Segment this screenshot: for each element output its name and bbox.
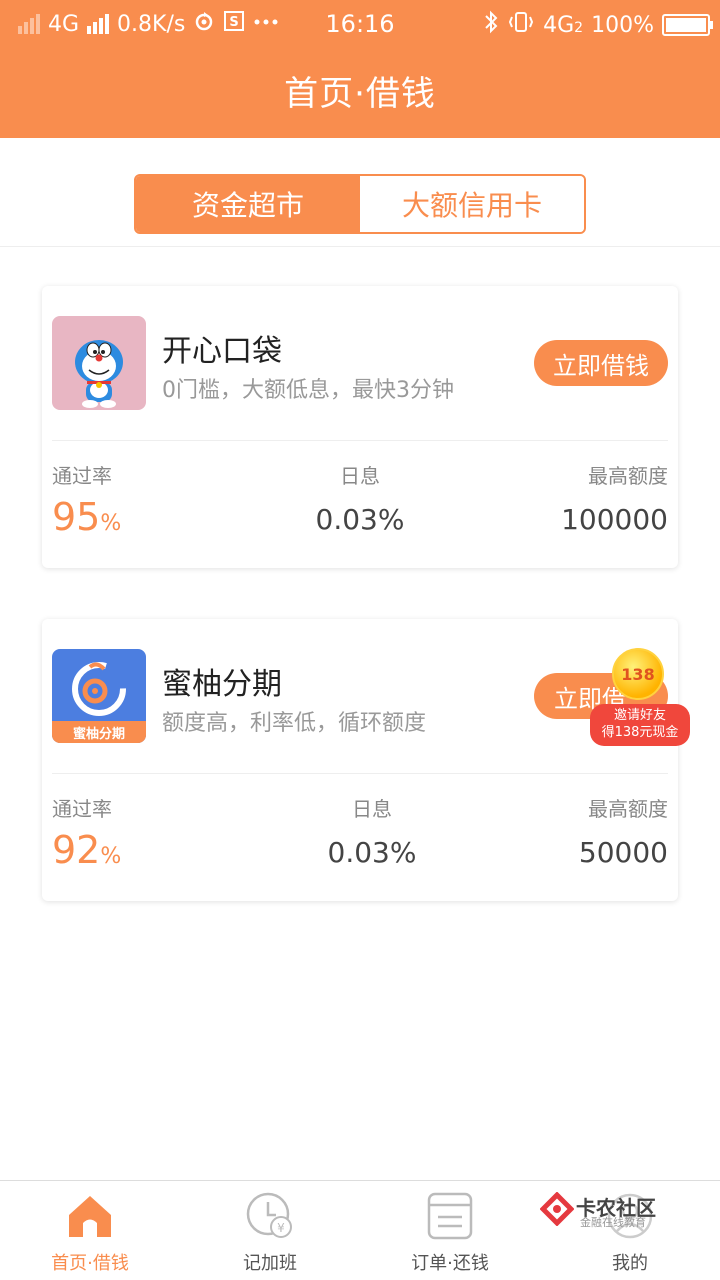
doraemon-logo [52, 316, 146, 410]
status-bar-right: 4G2 100% [483, 10, 713, 40]
tab-credit-card[interactable]: 大额信用卡 [360, 176, 584, 232]
order-icon [425, 1191, 475, 1241]
invite-text: 邀请好友 [613, 708, 666, 723]
loan-card[interactable]: 蜜柚分期 蜜柚分期 额度高，利率低，循环额度 立即借 通过率 92% 日息 0.… [42, 619, 678, 901]
divider [52, 773, 668, 774]
max-limit: 最高额度 50000 [579, 793, 668, 869]
max-limit-value: 50000 [578, 836, 668, 869]
invite-friend-badge[interactable]: 138 邀请好友 得138元现金 [588, 648, 692, 748]
bluetooth-icon [483, 10, 499, 40]
miyou-logo: 蜜柚分期 [52, 649, 146, 743]
borrow-now-button[interactable]: 立即借钱 [534, 340, 668, 386]
kanong-logo-icon [540, 1192, 574, 1226]
nav-home[interactable]: 首页·借钱 [0, 1181, 180, 1280]
status-bar: 4G 0.8K/s S 16:16 4G2 100% [0, 0, 720, 50]
kanong-watermark: 卡农社区 金融在线教育 [540, 1190, 670, 1230]
product-name: 蜜柚分期 [162, 667, 282, 702]
max-limit-label: 最高额度 [588, 464, 668, 488]
miyou-logo-text: 蜜柚分期 [72, 727, 125, 742]
invite-reward-text: 得138元现金 [601, 725, 679, 740]
nav-overtime[interactable]: ¥ 记加班 [180, 1181, 360, 1280]
nav-label: 首页·借钱 [51, 1253, 129, 1274]
max-limit: 最高额度 100000 [561, 460, 668, 536]
loan-card[interactable]: 开心口袋 0门槛，大额低息，最快3分钟 立即借钱 通过率 95% 日息 0.03… [42, 286, 678, 568]
max-limit-value: 100000 [561, 503, 668, 536]
tab-fund-market[interactable]: 资金超市 [136, 176, 360, 232]
product-name: 开心口袋 [162, 334, 282, 369]
home-icon [65, 1191, 115, 1241]
max-limit-label: 最高额度 [588, 797, 668, 821]
page-title: 首页·借钱 [0, 50, 720, 138]
vibrate-icon [507, 10, 535, 40]
battery-level: 100% [591, 12, 654, 38]
nav-label: 订单·还钱 [411, 1253, 489, 1274]
nav-orders[interactable]: 订单·还钱 [360, 1181, 540, 1280]
invite-number: 138 [612, 648, 664, 700]
network-type-right: 4G2 [543, 12, 584, 38]
nav-label: 记加班 [243, 1253, 297, 1274]
product-description: 0门槛，大额低息，最快3分钟 [162, 378, 454, 403]
clock-icon: ¥ [245, 1191, 295, 1241]
nav-label: 我的 [612, 1253, 648, 1274]
divider [0, 246, 720, 247]
divider [52, 440, 668, 441]
watermark-subtitle: 金融在线教育 [580, 1216, 646, 1229]
product-description: 额度高，利率低，循环额度 [162, 711, 427, 736]
tab-switcher: 资金超市 大额信用卡 [134, 174, 586, 234]
battery-icon [662, 14, 713, 36]
svg-text:¥: ¥ [277, 1221, 285, 1235]
invite-ribbon: 邀请好友 得138元现金 [590, 704, 690, 746]
